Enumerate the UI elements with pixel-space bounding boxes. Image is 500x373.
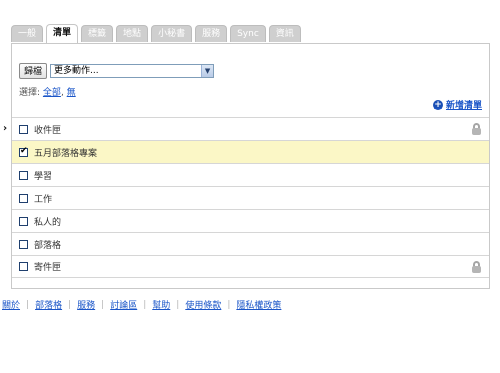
list-name: 部落格 xyxy=(34,240,62,251)
list-checkbox[interactable] xyxy=(19,239,28,249)
list-name: 私人的 xyxy=(34,217,62,228)
list-row-study[interactable]: 學習 xyxy=(12,163,489,186)
tab-reminders[interactable]: 小秘書 xyxy=(151,25,193,42)
new-list-label: 新增清單 xyxy=(445,101,482,111)
more-actions-select[interactable]: 更多動作... ▼ xyxy=(50,64,215,78)
archive-button[interactable]: 歸檔 xyxy=(19,63,48,79)
footer-link-privacy[interactable]: 隱私權政策 xyxy=(236,298,281,311)
tab-lists[interactable]: 清單 xyxy=(46,24,79,43)
list-row-sent[interactable]: 寄件匣 xyxy=(12,255,489,278)
checkmark-icon: ✔ xyxy=(20,145,28,156)
lists-panel: 歸檔 更多動作... ▼ 選擇: 全部, 無 + 新增清單 › 收件匣 ✔ 五月… xyxy=(3,43,490,289)
tab-locations[interactable]: 地點 xyxy=(116,25,149,42)
list-checkbox[interactable] xyxy=(19,216,28,226)
select-label: 選擇: xyxy=(19,88,41,98)
selection-controls: 選擇: 全部, 無 xyxy=(19,85,76,98)
new-list-link[interactable]: + 新增清單 xyxy=(432,98,482,111)
list-name: 收件匣 xyxy=(34,125,62,136)
tab-info[interactable]: 資訊 xyxy=(268,25,301,42)
footer-link-services[interactable]: 服務 xyxy=(77,298,95,311)
list-name: 寄件匣 xyxy=(34,263,62,273)
lock-icon xyxy=(472,123,481,135)
footer-link-blog[interactable]: 部落格 xyxy=(35,298,62,311)
list-checkbox[interactable] xyxy=(19,193,28,203)
settings-tabs: 一般 清單 標籤 地點 小秘書 服務 Sync 資訊 xyxy=(11,24,301,43)
lock-icon xyxy=(472,261,481,273)
more-actions-value: 更多動作... xyxy=(54,66,99,76)
lists-table: › 收件匣 ✔ 五月部落格專案 學習 工作 私人的 部落格 寄件匣 xyxy=(3,117,489,278)
list-checkbox[interactable] xyxy=(19,170,28,180)
list-row-blog[interactable]: 部落格 xyxy=(12,232,489,255)
list-row-work[interactable]: 工作 xyxy=(12,186,489,209)
list-checkbox[interactable]: ✔ xyxy=(19,145,28,157)
plus-circle-icon: + xyxy=(432,99,443,110)
footer-link-terms[interactable]: 使用條款 xyxy=(185,298,221,311)
lists-toolbar: 歸檔 更多動作... ▼ xyxy=(19,63,215,79)
select-all-link[interactable]: 全部 xyxy=(43,88,61,98)
list-row-inbox[interactable]: › 收件匣 xyxy=(3,117,489,140)
list-name: 學習 xyxy=(34,171,53,182)
footer-link-forums[interactable]: 討論區 xyxy=(110,298,137,311)
tab-general[interactable]: 一般 xyxy=(11,25,44,42)
list-row-may-blog-project[interactable]: ✔ 五月部落格專案 xyxy=(12,140,489,163)
list-checkbox[interactable] xyxy=(19,124,28,134)
list-checkbox[interactable] xyxy=(19,262,28,271)
list-row-personal[interactable]: 私人的 xyxy=(12,209,489,232)
list-name: 五月部落格專案 xyxy=(34,148,98,159)
footer-links: 關於 | 部落格 | 服務 | 討論區 | 幫助 | 使用條款 | 隱私權政策 xyxy=(2,298,282,312)
footer-link-help[interactable]: 幫助 xyxy=(152,298,170,311)
list-name: 工作 xyxy=(34,194,53,205)
chevron-down-icon[interactable]: ▼ xyxy=(201,65,214,77)
tab-sync[interactable]: Sync xyxy=(230,25,266,42)
tab-services[interactable]: 服務 xyxy=(195,25,228,42)
tab-tags[interactable]: 標籤 xyxy=(81,25,114,42)
select-separator: , xyxy=(60,88,64,98)
select-none-link[interactable]: 無 xyxy=(67,88,76,98)
current-list-arrow-icon: › xyxy=(3,123,8,134)
footer-link-about[interactable]: 關於 xyxy=(2,298,20,311)
